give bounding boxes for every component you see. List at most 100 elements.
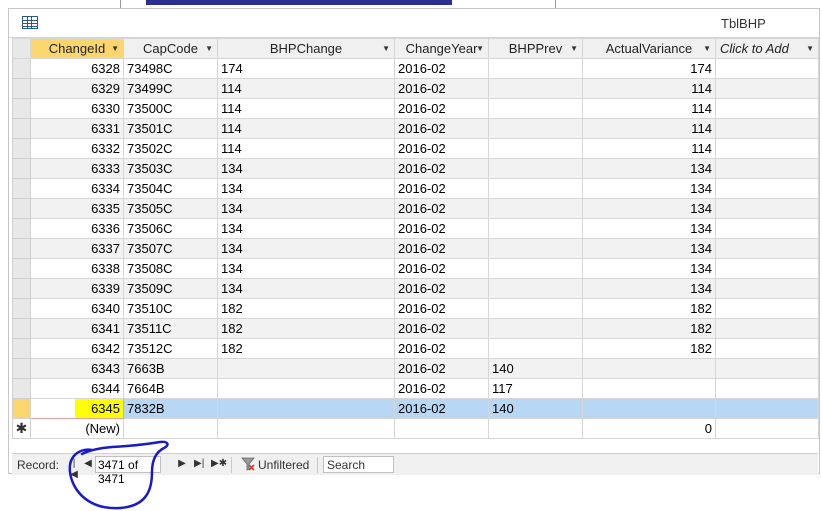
cell-bhpprev[interactable] (488, 238, 583, 259)
chevron-down-icon[interactable]: ▼ (570, 44, 578, 53)
new-cell-changeyear[interactable] (394, 418, 489, 439)
cell-capcode[interactable]: 73504C (123, 178, 218, 199)
cell-bhpchange[interactable]: 134 (217, 278, 395, 299)
cell-changeid[interactable]: 6335 (30, 198, 124, 219)
cell-bhpprev[interactable] (488, 318, 583, 339)
cell-changeyear[interactable]: 2016-02 (394, 178, 489, 199)
cell-bhpchange[interactable]: 182 (217, 338, 395, 359)
new-cell-click-to-add[interactable] (715, 418, 819, 439)
cell-capcode[interactable]: 73512C (123, 338, 218, 359)
cell-bhpchange[interactable]: 182 (217, 318, 395, 339)
cell-actualvariance[interactable]: 114 (582, 118, 716, 139)
cell-capcode[interactable]: 73507C (123, 238, 218, 259)
cell-changeid[interactable]: 6333 (30, 158, 124, 179)
column-header-capcode[interactable]: CapCode ▼ (123, 38, 218, 59)
cell-click-to-add[interactable] (715, 238, 819, 259)
cell-bhpprev[interactable] (488, 78, 583, 99)
cell-changeid[interactable]: 6328 (30, 58, 124, 79)
new-cell-changeid[interactable]: (New) (30, 418, 124, 439)
table-row[interactable]: 6342 73512C 182 2016-02 182 (12, 338, 819, 359)
row-selector[interactable] (12, 198, 31, 219)
select-all-corner[interactable] (12, 38, 31, 59)
chevron-down-icon[interactable]: ▼ (111, 44, 119, 53)
last-record-button[interactable]: ▶| (194, 458, 204, 469)
cell-click-to-add[interactable] (715, 138, 819, 159)
cell-changeid[interactable]: 6340 (30, 298, 124, 319)
table-row[interactable]: 6332 73502C 114 2016-02 114 (12, 138, 819, 159)
table-row[interactable]: 6329 73499C 114 2016-02 114 (12, 78, 819, 99)
row-selector[interactable] (12, 318, 31, 339)
row-selector[interactable] (12, 298, 31, 319)
table-row[interactable]: 6335 73505C 134 2016-02 134 (12, 198, 819, 219)
previous-record-button[interactable]: ◀ (83, 458, 93, 469)
cell-bhpprev[interactable]: 140 (488, 398, 583, 419)
table-row[interactable]: 6338 73508C 134 2016-02 134 (12, 258, 819, 279)
cell-bhpchange[interactable]: 134 (217, 158, 395, 179)
cell-changeid[interactable]: 6343 (30, 358, 124, 379)
cell-click-to-add[interactable] (715, 318, 819, 339)
cell-actualvariance[interactable] (582, 358, 716, 379)
cell-click-to-add[interactable] (715, 218, 819, 239)
cell-capcode[interactable]: 7664B (123, 378, 218, 399)
cell-actualvariance[interactable] (582, 398, 716, 419)
cell-bhpprev[interactable] (488, 138, 583, 159)
chevron-down-icon[interactable]: ▼ (703, 44, 711, 53)
row-selector[interactable] (12, 278, 31, 299)
chevron-down-icon[interactable]: ▼ (205, 44, 213, 53)
cell-changeyear[interactable]: 2016-02 (394, 258, 489, 279)
cell-changeyear[interactable]: 2016-02 (394, 358, 489, 379)
cell-bhpchange[interactable]: 114 (217, 138, 395, 159)
cell-click-to-add[interactable] (715, 398, 819, 419)
cell-changeyear[interactable]: 2016-02 (394, 58, 489, 79)
cell-actualvariance[interactable]: 134 (582, 278, 716, 299)
column-header-bhpprev[interactable]: BHPPrev ▼ (488, 38, 583, 59)
cell-actualvariance[interactable]: 182 (582, 298, 716, 319)
cell-actualvariance[interactable]: 134 (582, 198, 716, 219)
cell-bhpprev[interactable] (488, 178, 583, 199)
cell-capcode[interactable]: 73506C (123, 218, 218, 239)
cell-bhpchange[interactable]: 114 (217, 98, 395, 119)
row-selector[interactable] (12, 238, 31, 259)
table-row[interactable]: 6336 73506C 134 2016-02 134 (12, 218, 819, 239)
cell-actualvariance[interactable]: 182 (582, 338, 716, 359)
filter-status-label[interactable]: Unfiltered (258, 458, 309, 472)
table-row[interactable]: 6337 73507C 134 2016-02 134 (12, 238, 819, 259)
chevron-down-icon[interactable]: ▼ (476, 44, 484, 53)
cell-bhpprev[interactable]: 140 (488, 358, 583, 379)
table-row[interactable]: 6345 7832B 2016-02 140 (12, 398, 819, 419)
cell-changeid[interactable]: 6342 (30, 338, 124, 359)
cell-capcode[interactable]: 7832B (123, 398, 218, 419)
cell-bhpchange[interactable]: 134 (217, 218, 395, 239)
cell-changeyear[interactable]: 2016-02 (394, 198, 489, 219)
cell-bhpchange[interactable]: 134 (217, 238, 395, 259)
cell-changeid[interactable]: 6331 (30, 118, 124, 139)
cell-changeid[interactable]: 6344 (30, 378, 124, 399)
cell-changeyear[interactable]: 2016-02 (394, 158, 489, 179)
row-selector[interactable] (12, 58, 31, 79)
column-header-click-to-add[interactable]: Click to Add ▼ (715, 38, 819, 59)
cell-bhpchange[interactable] (217, 378, 395, 399)
cell-actualvariance[interactable] (582, 378, 716, 399)
record-position-field[interactable]: 3471 of 3471 (95, 456, 161, 486)
cell-click-to-add[interactable] (715, 198, 819, 219)
table-row[interactable]: 6343 7663B 2016-02 140 (12, 358, 819, 379)
cell-capcode[interactable]: 73510C (123, 298, 218, 319)
new-record-row[interactable]: ✱ (New) 0 (12, 418, 819, 439)
cell-click-to-add[interactable] (715, 338, 819, 359)
cell-changeyear[interactable]: 2016-02 (394, 278, 489, 299)
cell-changeyear[interactable]: 2016-02 (394, 398, 489, 419)
cell-bhpchange[interactable]: 114 (217, 118, 395, 139)
cell-bhpchange[interactable] (217, 398, 395, 419)
cell-bhpprev[interactable] (488, 198, 583, 219)
cell-click-to-add[interactable] (715, 178, 819, 199)
row-selector[interactable] (12, 78, 31, 99)
cell-click-to-add[interactable] (715, 298, 819, 319)
cell-bhpchange[interactable]: 182 (217, 298, 395, 319)
row-selector[interactable] (12, 398, 31, 419)
row-selector[interactable] (12, 138, 31, 159)
cell-changeid[interactable]: 6332 (30, 138, 124, 159)
chevron-down-icon[interactable]: ▼ (382, 44, 390, 53)
cell-bhpprev[interactable] (488, 218, 583, 239)
cell-capcode[interactable]: 73508C (123, 258, 218, 279)
cell-changeid[interactable]: 6339 (30, 278, 124, 299)
